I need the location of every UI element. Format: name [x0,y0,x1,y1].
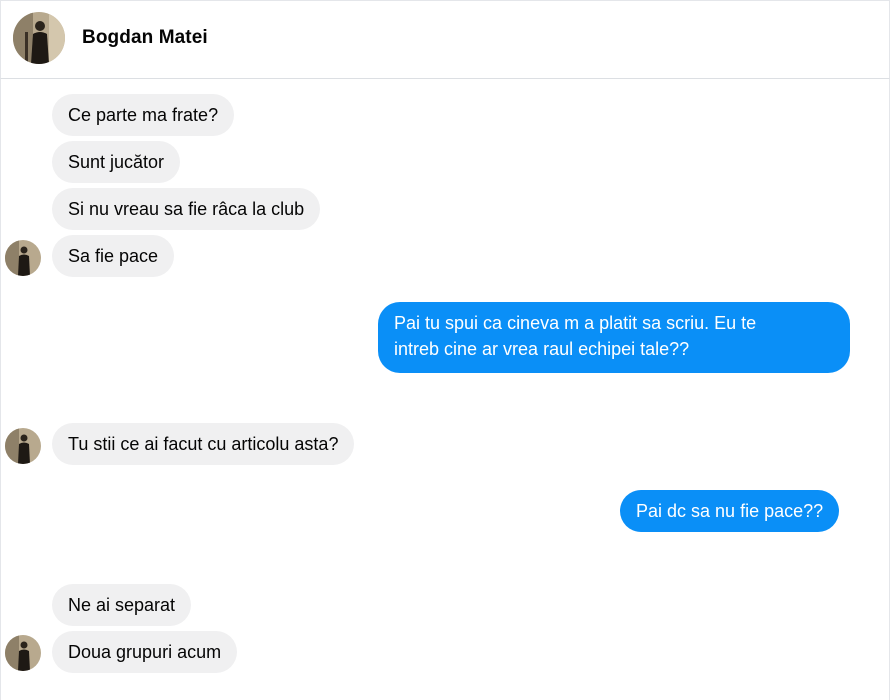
message-outgoing[interactable]: Pai dc sa nu fie pace?? [620,490,840,532]
contact-avatar-small[interactable] [5,635,41,671]
message-incoming[interactable]: Doua grupuri acum [52,631,238,673]
message-incoming[interactable]: Si nu vreau sa fie râca la club [52,188,321,230]
contact-avatar[interactable] [13,12,65,64]
message-incoming[interactable]: Sa fie pace [52,235,175,277]
message-incoming[interactable]: Sunt jucător [52,141,181,183]
message-incoming[interactable]: Tu stii ce ai facut cu articolu asta? [52,423,355,465]
message-line: Pai tu spui ca cineva m a platit sa scri… [394,313,757,333]
message-line: intreb cine ar vrea raul echipei tale?? [394,339,690,359]
message-thread: Ce parte ma frate? Sunt jucător Si nu vr… [0,79,890,700]
message-outgoing[interactable]: Pai tu spui ca cineva m a platit sa scri… [378,302,850,373]
contact-avatar-small[interactable] [5,240,41,276]
message-incoming[interactable]: Ce parte ma frate? [52,94,235,136]
conversation-header: Bogdan Matei [0,0,890,79]
contact-avatar-small[interactable] [5,428,41,464]
message-incoming[interactable]: Ne ai separat [52,584,192,626]
contact-name[interactable]: Bogdan Matei [82,27,208,49]
